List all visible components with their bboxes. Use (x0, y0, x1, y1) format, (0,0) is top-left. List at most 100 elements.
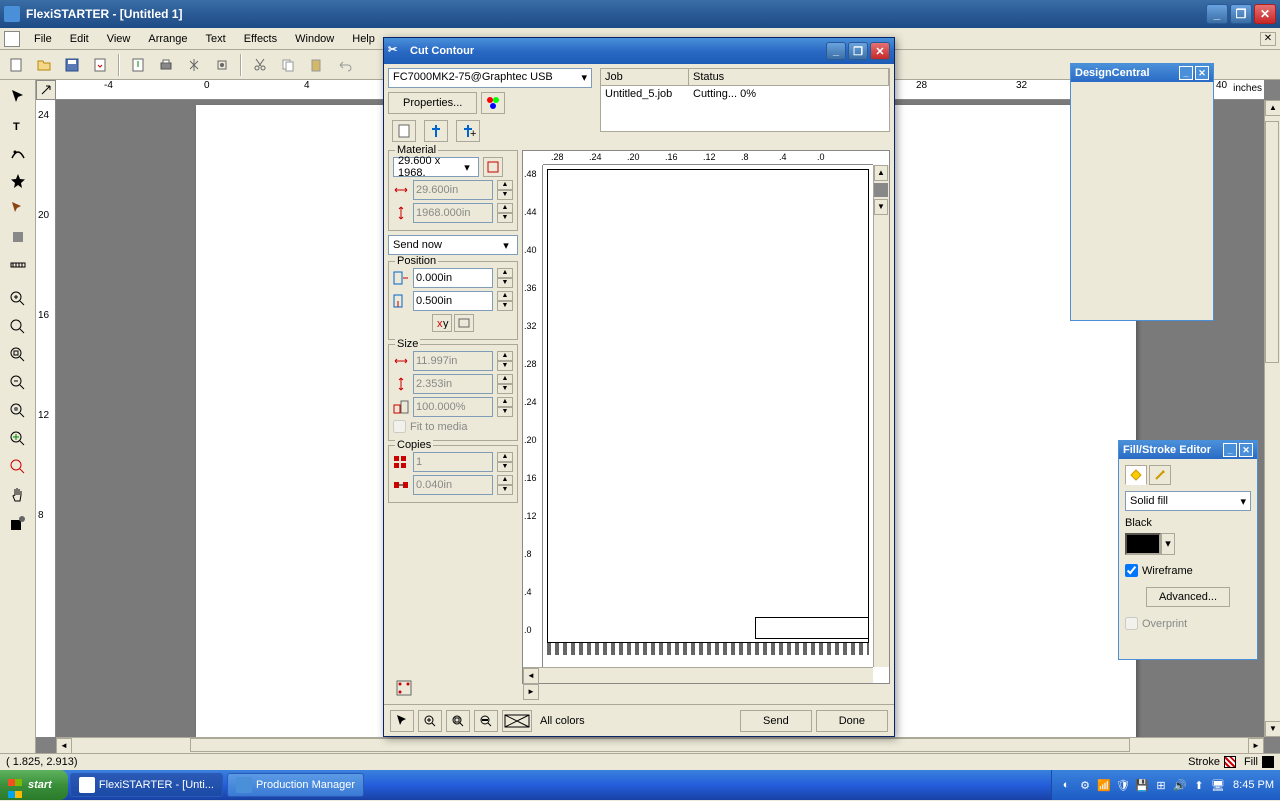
add-panel-button[interactable] (424, 120, 448, 142)
spin-down[interactable]: ▼ (497, 462, 513, 472)
bezier-tool[interactable] (4, 140, 32, 166)
menu-window[interactable]: Window (287, 31, 342, 47)
zoom-fit-button[interactable] (446, 710, 470, 732)
position-y-input[interactable] (413, 291, 493, 311)
spin-up[interactable]: ▲ (497, 268, 513, 278)
panel-close-button[interactable]: ✕ (1239, 443, 1253, 457)
copy-button[interactable] (276, 53, 300, 77)
dialog-titlebar[interactable]: ✂ Cut Contour _ ❐ ✕ (384, 38, 894, 64)
select-tool[interactable] (4, 84, 32, 110)
material-size-dropdown[interactable]: 29.600 x 1968.▾ (393, 157, 479, 177)
taskbar-item-production-manager[interactable]: Production Manager (227, 773, 364, 797)
dialog-minimize-button[interactable]: _ (826, 42, 846, 60)
start-button[interactable]: start (0, 770, 68, 800)
save-button[interactable] (60, 53, 84, 77)
zoom-in-tool[interactable] (4, 286, 32, 312)
panel-minimize-button[interactable]: _ (1179, 66, 1193, 80)
tray-icon[interactable]: 🛡 (1115, 777, 1131, 793)
clock[interactable]: 8:45 PM (1233, 779, 1274, 791)
close-button[interactable]: ✕ (1254, 4, 1276, 24)
tray-icon[interactable]: ◐ (1058, 777, 1074, 793)
rip-button[interactable] (210, 53, 234, 77)
export-button[interactable] (126, 53, 150, 77)
spin-up[interactable]: ▲ (497, 452, 513, 462)
tray-icon[interactable]: ⚙ (1077, 777, 1093, 793)
spin-down[interactable]: ▼ (497, 407, 513, 417)
tray-icon[interactable]: 📶 (1096, 777, 1112, 793)
fill-tab[interactable] (1125, 465, 1147, 485)
menu-arrange[interactable]: Arrange (140, 31, 195, 47)
spin-up[interactable]: ▲ (497, 291, 513, 301)
dialog-maximize-button[interactable]: ❐ (848, 42, 868, 60)
zoom-previous-tool[interactable] (4, 454, 32, 480)
interactive-position-button[interactable]: xy (432, 314, 452, 332)
job-header-job[interactable]: Job (601, 69, 689, 85)
preview-vscroll[interactable]: ▲ ▼ (873, 165, 889, 667)
preview-canvas[interactable] (543, 165, 873, 667)
spin-up[interactable]: ▲ (497, 397, 513, 407)
fill-type-dropdown[interactable]: Solid fill▾ (1125, 491, 1251, 511)
select-tool-button[interactable] (390, 710, 414, 732)
advanced-button[interactable]: Advanced... (1146, 587, 1230, 607)
spin-up[interactable]: ▲ (497, 203, 513, 213)
design-central-titlebar[interactable]: DesignCentral _ ✕ (1071, 64, 1213, 82)
text-tool[interactable]: T (4, 112, 32, 138)
registration-marks-button[interactable] (394, 678, 414, 698)
tray-icon[interactable]: 💾 (1134, 777, 1150, 793)
maximize-button[interactable]: ❐ (1230, 4, 1252, 24)
tray-icon[interactable]: 🔊 (1172, 777, 1188, 793)
menu-edit[interactable]: Edit (62, 31, 97, 47)
edit-path-tool[interactable] (4, 196, 32, 222)
color-settings-button[interactable] (481, 92, 505, 114)
center-position-button[interactable] (454, 314, 474, 332)
vertical-scrollbar[interactable]: ▲▼ (1264, 100, 1280, 737)
fill-color-dropdown[interactable]: ▾ (1161, 533, 1175, 555)
zoom-object-button[interactable] (474, 710, 498, 732)
spin-up[interactable]: ▲ (497, 475, 513, 485)
job-list[interactable]: Job Status Untitled_5.job Cutting... 0% (600, 68, 890, 132)
tray-icon[interactable]: 🖥 (1210, 777, 1226, 793)
preview-hscroll[interactable]: ◄► (523, 667, 873, 683)
zoom-selected-tool[interactable] (4, 398, 32, 424)
menu-effects[interactable]: Effects (236, 31, 285, 47)
menu-view[interactable]: View (99, 31, 139, 47)
zoom-all-tool[interactable] (4, 426, 32, 452)
open-button[interactable] (32, 53, 56, 77)
tray-icon[interactable]: ⬆ (1191, 777, 1207, 793)
minimize-button[interactable]: _ (1206, 4, 1228, 24)
material-rotate-button[interactable] (483, 157, 503, 177)
taskbar-item-flexistarter[interactable]: FlexiSTARTER - [Unti... (70, 773, 223, 797)
pan-tool[interactable] (4, 482, 32, 508)
zoom-fit-tool[interactable] (4, 314, 32, 340)
properties-button[interactable]: Properties... (388, 92, 477, 114)
position-x-input[interactable] (413, 268, 493, 288)
menu-file[interactable]: File (26, 31, 60, 47)
spin-down[interactable]: ▼ (497, 190, 513, 200)
spin-down[interactable]: ▼ (497, 301, 513, 311)
shape-tool[interactable] (4, 168, 32, 194)
dialog-close-button[interactable]: ✕ (870, 42, 890, 60)
cut-plot-button[interactable] (182, 53, 206, 77)
spin-down[interactable]: ▼ (497, 485, 513, 495)
color-view-button[interactable] (502, 710, 532, 732)
add-panel-plus-button[interactable]: + (456, 120, 480, 142)
send-button[interactable]: Send (740, 710, 812, 732)
tray-icon[interactable]: ⊞ (1153, 777, 1169, 793)
import-button[interactable] (88, 53, 112, 77)
job-header-status[interactable]: Status (689, 69, 889, 85)
mdi-close-button[interactable]: ✕ (1260, 32, 1276, 46)
spin-down[interactable]: ▼ (497, 278, 513, 288)
spin-up[interactable]: ▲ (497, 351, 513, 361)
fill-stroke-titlebar[interactable]: Fill/Stroke Editor _ ✕ (1119, 441, 1257, 459)
spin-down[interactable]: ▼ (497, 213, 513, 223)
vertical-ruler[interactable]: 24 20 16 12 8 (36, 100, 56, 737)
spin-up[interactable]: ▲ (497, 374, 513, 384)
fill-swatch[interactable] (1262, 756, 1274, 768)
panel-close-button[interactable]: ✕ (1195, 66, 1209, 80)
spin-down[interactable]: ▼ (497, 361, 513, 371)
eyedropper-tool[interactable] (4, 510, 32, 536)
done-button[interactable]: Done (816, 710, 888, 732)
stroke-tab[interactable] (1149, 465, 1171, 485)
fill-tool[interactable] (4, 224, 32, 250)
menu-text[interactable]: Text (198, 31, 234, 47)
